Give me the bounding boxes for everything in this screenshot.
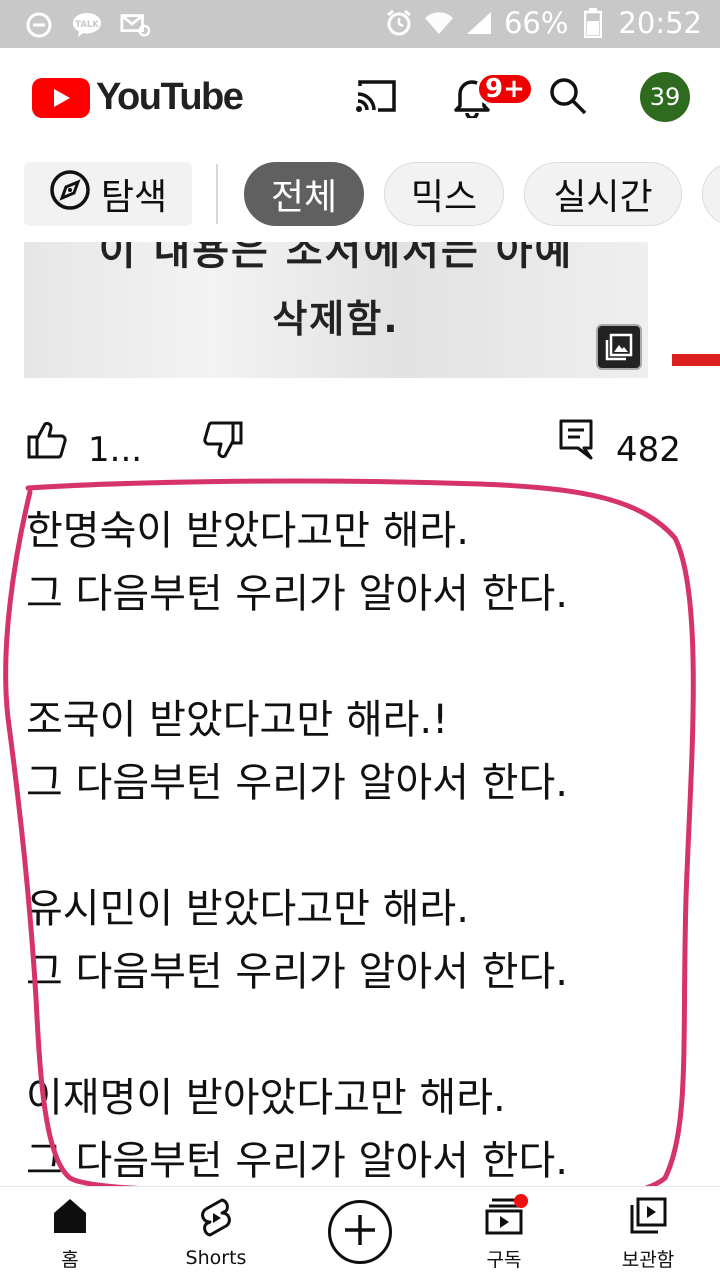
thumbnail-text-cut: 이 내용은 조서에서는 아예 — [98, 242, 574, 274]
nav-shorts-label: Shorts — [185, 1247, 247, 1269]
alarm-icon — [384, 8, 414, 38]
explore-label: 탐색 — [100, 177, 168, 218]
video-thumbnail[interactable]: 이 내용은 조서에서는 아예 삭제함. — [24, 242, 648, 378]
gallery-icon — [596, 324, 642, 370]
search-icon — [548, 76, 588, 120]
search-button[interactable] — [538, 68, 598, 128]
like-icon[interactable] — [26, 420, 68, 464]
category-chips: 탐색 전체 믹스 실시간 — [0, 160, 720, 230]
talk-icon: TALK — [72, 10, 102, 40]
progress-accent — [672, 354, 720, 366]
mail-icon — [120, 10, 150, 40]
library-icon — [628, 1197, 668, 1239]
new-content-dot — [514, 1194, 528, 1208]
home-icon — [50, 1197, 90, 1239]
youtube-logo[interactable]: YouTube — [32, 76, 244, 119]
nav-home-label: 홈 — [61, 1249, 79, 1271]
cast-icon — [354, 78, 398, 118]
chip-divider — [216, 164, 218, 224]
nav-subscriptions-label: 구독 — [486, 1249, 522, 1271]
status-bar: TALK 66% 20:52 — [0, 0, 720, 48]
play-logo-icon — [32, 77, 90, 118]
logo-text: YouTube — [96, 76, 244, 118]
compass-icon — [49, 169, 91, 220]
nav-subscriptions[interactable]: 구독 — [444, 1197, 564, 1272]
action-row: 1... 482 — [0, 412, 720, 464]
svg-text:TALK: TALK — [75, 19, 99, 29]
dislike-icon[interactable] — [202, 420, 244, 464]
comment-icon[interactable] — [558, 418, 594, 464]
chip-live[interactable]: 실시간 — [524, 162, 682, 226]
plus-icon — [342, 1212, 378, 1252]
notification-badge: 9+ — [476, 72, 534, 106]
battery-icon — [578, 8, 608, 38]
nav-library[interactable]: 보관함 — [588, 1197, 708, 1272]
chip-mix[interactable]: 믹스 — [384, 162, 504, 226]
comment-text: 한명숙이 받았다고만 해라. 그 다음부턴 우리가 알아서 한다. 조국이 받았… — [26, 508, 568, 1184]
comment-count: 482 — [616, 430, 681, 464]
chip-all[interactable]: 전체 — [244, 162, 364, 226]
app-header: YouTube — [0, 48, 720, 148]
nav-library-label: 보관함 — [621, 1249, 675, 1271]
shorts-icon — [198, 1197, 234, 1241]
create-button[interactable] — [328, 1200, 392, 1264]
like-count: 1... — [88, 430, 143, 464]
cast-button[interactable] — [346, 68, 406, 128]
thumbnail-caption: 삭제함. — [272, 297, 400, 341]
chip-more[interactable] — [702, 162, 720, 226]
explore-chip[interactable]: 탐색 — [24, 162, 192, 226]
avatar[interactable]: 39 — [640, 72, 690, 122]
signal-icon — [464, 8, 494, 38]
nav-shorts[interactable]: Shorts — [156, 1197, 276, 1269]
battery-percent: 66% — [503, 6, 569, 40]
minus-circle-icon — [24, 10, 54, 40]
status-time: 20:52 — [618, 6, 702, 40]
wifi-icon — [424, 8, 454, 38]
nav-home[interactable]: 홈 — [10, 1197, 130, 1272]
